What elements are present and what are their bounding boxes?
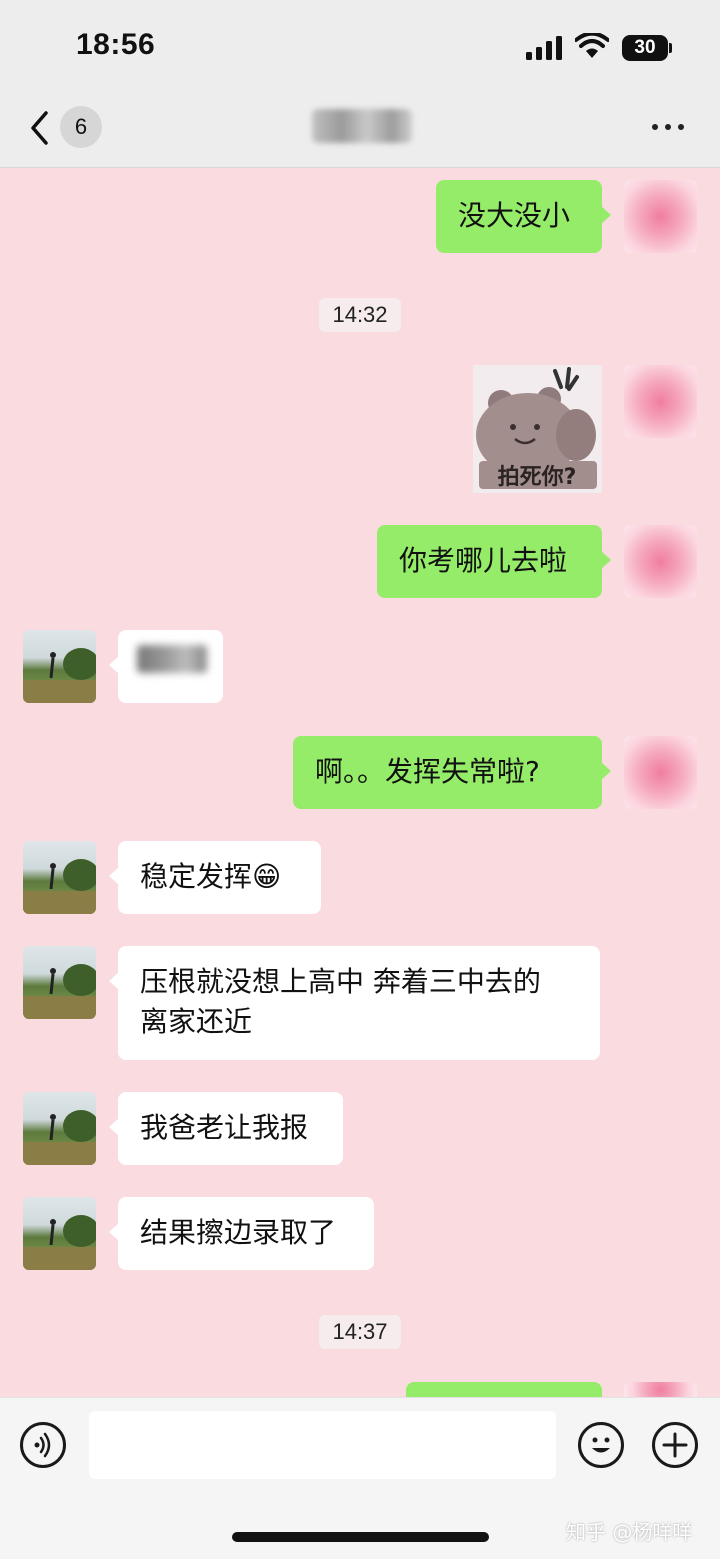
chat-header: 6 bbox=[0, 95, 720, 168]
my-avatar[interactable] bbox=[624, 736, 697, 809]
landscape-photo bbox=[23, 1110, 96, 1165]
incoming-message[interactable]: 结果擦边录取了 bbox=[109, 1197, 374, 1270]
outgoing-message[interactable]: 你考哪儿去啦 bbox=[377, 525, 611, 598]
message-line: 离家还近 bbox=[140, 1005, 253, 1038]
dot-icon bbox=[678, 124, 684, 130]
my-avatar[interactable] bbox=[624, 365, 697, 438]
more-actions-button[interactable] bbox=[652, 1422, 698, 1468]
chat-title-obscured bbox=[312, 109, 412, 143]
landscape-photo bbox=[23, 1215, 96, 1270]
my-avatar[interactable] bbox=[624, 1382, 697, 1397]
message-input[interactable] bbox=[89, 1411, 556, 1479]
dot-icon bbox=[665, 124, 671, 130]
sticker-caption: 拍死你? bbox=[498, 464, 577, 490]
contact-avatar[interactable] bbox=[23, 841, 96, 914]
battery-cap bbox=[669, 43, 672, 53]
message-text: 啊。。发挥失常啦? bbox=[315, 755, 540, 788]
incoming-message[interactable]: 稳定发挥😁 bbox=[109, 841, 321, 914]
my-avatar[interactable] bbox=[624, 180, 697, 253]
contact-avatar[interactable] bbox=[23, 1197, 96, 1270]
message-text: 结果擦边录取了 bbox=[140, 1216, 337, 1249]
battery-indicator: 30 bbox=[622, 35, 668, 61]
message-line: 压根就没想上高中 奔着三中去的 bbox=[140, 965, 541, 998]
watermark: 知乎 @杨咩咩 bbox=[566, 1520, 693, 1544]
outgoing-message-partial[interactable] bbox=[406, 1382, 611, 1426]
outgoing-message[interactable]: 啊。。发挥失常啦? bbox=[293, 736, 611, 809]
unread-count-badge[interactable]: 6 bbox=[60, 106, 102, 148]
more-options-button[interactable] bbox=[652, 124, 684, 130]
voice-icon bbox=[34, 1432, 51, 1458]
sticker-message[interactable]: 拍死你? bbox=[473, 365, 602, 493]
message-text: 我爸老让我报 bbox=[140, 1111, 309, 1144]
message-text: 稳定发挥😁 bbox=[140, 860, 282, 893]
bear-sticker-image: 拍死你? bbox=[476, 367, 597, 490]
status-bar: 18:56 30 bbox=[0, 0, 720, 95]
contact-avatar[interactable] bbox=[23, 1092, 96, 1165]
outgoing-message[interactable]: 没大没小 bbox=[436, 180, 611, 253]
voice-input-button[interactable] bbox=[20, 1422, 66, 1468]
timestamp: 14:37 bbox=[319, 1315, 401, 1349]
timestamp: 14:32 bbox=[319, 298, 401, 332]
wifi-icon bbox=[575, 33, 609, 58]
message-text: 你考哪儿去啦 bbox=[399, 544, 568, 577]
obscured-text bbox=[137, 645, 207, 673]
message-text: 没大没小 bbox=[458, 199, 571, 232]
incoming-message[interactable]: 压根就没想上高中 奔着三中去的 离家还近 bbox=[109, 946, 600, 1060]
smiley-icon bbox=[592, 1437, 610, 1453]
plus-icon bbox=[662, 1432, 688, 1458]
my-avatar[interactable] bbox=[624, 525, 697, 598]
contact-avatar[interactable] bbox=[23, 630, 96, 703]
dot-icon bbox=[652, 124, 658, 130]
landscape-photo bbox=[23, 859, 96, 914]
contact-avatar[interactable] bbox=[23, 946, 96, 1019]
status-time: 18:56 bbox=[76, 28, 156, 61]
landscape-photo bbox=[23, 964, 96, 1019]
cellular-signal-icon bbox=[526, 36, 562, 60]
landscape-photo bbox=[23, 648, 96, 703]
incoming-message[interactable]: 我爸老让我报 bbox=[109, 1092, 343, 1165]
home-indicator[interactable] bbox=[232, 1532, 489, 1542]
back-chevron-icon[interactable] bbox=[28, 110, 50, 146]
emoji-button[interactable] bbox=[578, 1422, 624, 1468]
